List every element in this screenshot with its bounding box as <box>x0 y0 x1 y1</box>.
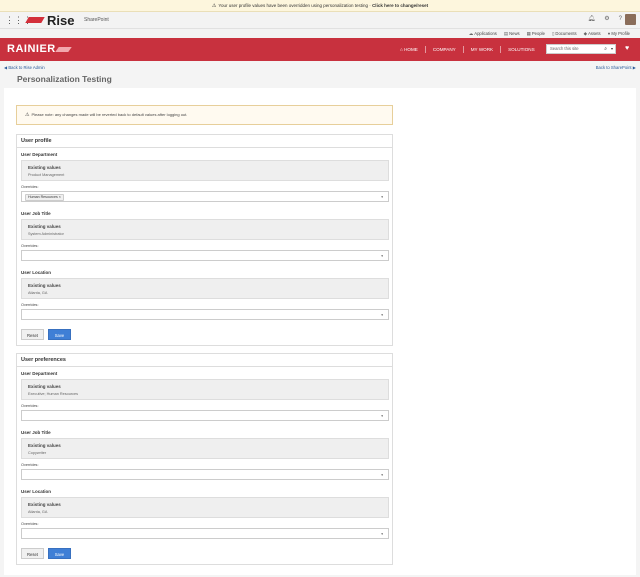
user-icon: ● <box>607 31 611 36</box>
override-tag[interactable]: Human Resources × <box>25 194 64 201</box>
user-profile-panel: User profile User Department Existing va… <box>16 134 393 346</box>
sub-nav: ◀ Back to Rise Admin Back to SharePoint … <box>0 64 640 73</box>
avatar[interactable] <box>625 14 636 25</box>
quick-links: ☁Applications ▤News ▦People ▯Documents ◆… <box>0 29 640 38</box>
existing-values-box: Existing values Atlanta, GA <box>21 497 389 518</box>
panel-title: User preferences <box>17 354 392 367</box>
field-label: User Job Title <box>21 430 51 435</box>
quicklink-applications[interactable]: ☁Applications <box>469 30 497 37</box>
overrides-label: Overrides: <box>21 522 39 526</box>
banner-text: Your user profile values have been overr… <box>218 3 373 8</box>
existing-values-box: Existing values Product Management <box>21 160 389 181</box>
search-input[interactable]: Search this site ⌕ ▾ <box>546 44 616 54</box>
help-icon[interactable]: ? <box>619 15 622 24</box>
cloud-icon: ☁ <box>468 31 474 36</box>
save-button[interactable]: Save <box>48 329 71 340</box>
chevron-down-icon[interactable]: ▾ <box>381 414 383 418</box>
back-to-sharepoint-link[interactable]: Back to SharePoint ▶ <box>596 65 636 71</box>
chevron-down-icon[interactable]: ▾ <box>611 45 613 53</box>
warning-icon: ⚠ <box>25 112 30 118</box>
search-icon[interactable]: ⌕ <box>604 45 607 53</box>
brand-logo-mark <box>55 47 72 52</box>
override-banner: ⚠ Your user profile values have been over… <box>0 0 640 12</box>
banner-reset-link[interactable]: Click here to change/reset <box>372 3 428 8</box>
nav-solutions[interactable]: SOLUTIONS <box>501 46 542 53</box>
news-icon: ▤ <box>503 31 509 36</box>
warning-icon: ⚠ <box>211 3 217 9</box>
override-select[interactable]: Human Resources × ▾ <box>21 191 389 202</box>
existing-values-box: Existing values Executive; Human Resourc… <box>21 379 389 400</box>
suite-icons: 🔔︎ ⚙ ? <box>588 15 622 24</box>
nav-links: ⌂ HOME COMPANY MY WORK SOLUTIONS <box>393 46 542 53</box>
field-label: User Job Title <box>21 211 51 216</box>
override-select[interactable]: ▾ <box>21 528 389 539</box>
search-placeholder: Search this site <box>550 46 579 51</box>
main-nav: RAINIER ⌂ HOME COMPANY MY WORK SOLUTIONS… <box>0 38 640 61</box>
user-preferences-panel: User preferences User Department Existin… <box>16 353 393 565</box>
notice-text: Please note: any changes made will be re… <box>31 112 188 117</box>
existing-value: Product Management <box>28 173 65 177</box>
heart-icon[interactable]: ♥ <box>625 44 629 54</box>
quicklink-people[interactable]: ▦People <box>527 30 545 37</box>
nav-my-work[interactable]: MY WORK <box>464 46 502 53</box>
rise-logo-text: Rise <box>47 13 75 28</box>
panel-title: User profile <box>17 135 392 148</box>
existing-values-box: Existing values Atlanta, GA <box>21 278 389 299</box>
reset-button[interactable]: Reset <box>21 329 44 340</box>
field-label: User Location <box>21 270 52 275</box>
override-select[interactable]: ▾ <box>21 469 389 480</box>
existing-value: Copywriter <box>28 451 47 455</box>
nav-company[interactable]: COMPANY <box>426 46 464 53</box>
overrides-label: Overrides: <box>21 303 39 307</box>
quicklink-assets[interactable]: ◆Assets <box>584 30 601 37</box>
page-title: Personalization Testing <box>17 74 112 84</box>
people-icon: ▦ <box>526 31 531 36</box>
override-select[interactable]: ▾ <box>21 309 389 320</box>
notice-box: ⚠ Please note: any changes made will be r… <box>16 105 393 125</box>
quicklink-news[interactable]: ▤News <box>504 30 520 37</box>
reset-button[interactable]: Reset <box>21 548 44 559</box>
quicklink-my-profile[interactable]: ●My Profile <box>608 30 630 37</box>
overrides-label: Overrides: <box>21 185 39 189</box>
quicklink-documents[interactable]: ▯Documents <box>552 30 577 37</box>
save-button[interactable]: Save <box>48 548 71 559</box>
chevron-down-icon[interactable]: ▾ <box>381 313 383 317</box>
suite-bar: ⋮⋮⋮ Rise SharePoint 🔔︎ ⚙ ? <box>0 12 640 29</box>
existing-values-title: Existing values <box>28 443 61 448</box>
bell-icon[interactable]: 🔔︎ <box>588 15 596 24</box>
field-label: User Department <box>21 152 58 157</box>
chevron-down-icon[interactable]: ▾ <box>381 532 383 536</box>
forward-arrow-icon: ▶ <box>631 65 636 70</box>
overrides-label: Overrides: <box>21 244 39 248</box>
gear-icon[interactable]: ⚙ <box>604 15 609 24</box>
rise-logo[interactable]: Rise <box>24 13 76 28</box>
existing-value: System Administrator <box>28 232 64 236</box>
overrides-label: Overrides: <box>21 463 39 467</box>
back-to-rise-admin-link[interactable]: ◀ Back to Rise Admin <box>4 65 45 71</box>
tag-icon: ◆ <box>583 31 588 36</box>
brand-logo[interactable]: RAINIER <box>7 43 56 56</box>
existing-value: Atlanta, GA <box>28 510 48 514</box>
existing-value: Executive; Human Resources <box>28 392 79 396</box>
field-label: User Department <box>21 371 58 376</box>
existing-value: Atlanta, GA <box>28 291 48 295</box>
existing-values-title: Existing values <box>28 224 61 229</box>
chevron-down-icon[interactable]: ▾ <box>381 473 383 477</box>
override-select[interactable]: ▾ <box>21 410 389 421</box>
rise-logo-mark <box>25 17 45 23</box>
existing-values-title: Existing values <box>28 165 61 170</box>
existing-values-box: Existing values System Administrator <box>21 219 389 240</box>
chevron-down-icon[interactable]: ▾ <box>381 195 383 199</box>
chevron-down-icon[interactable]: ▾ <box>381 254 383 258</box>
existing-values-title: Existing values <box>28 502 61 507</box>
existing-values-box: Existing values Copywriter <box>21 438 389 459</box>
nav-home[interactable]: ⌂ HOME <box>393 46 426 53</box>
field-label: User Location <box>21 489 52 494</box>
app-name[interactable]: SharePoint <box>84 16 109 24</box>
overrides-label: Overrides: <box>21 404 39 408</box>
existing-values-title: Existing values <box>28 283 61 288</box>
override-select[interactable]: ▾ <box>21 250 389 261</box>
existing-values-title: Existing values <box>28 384 61 389</box>
